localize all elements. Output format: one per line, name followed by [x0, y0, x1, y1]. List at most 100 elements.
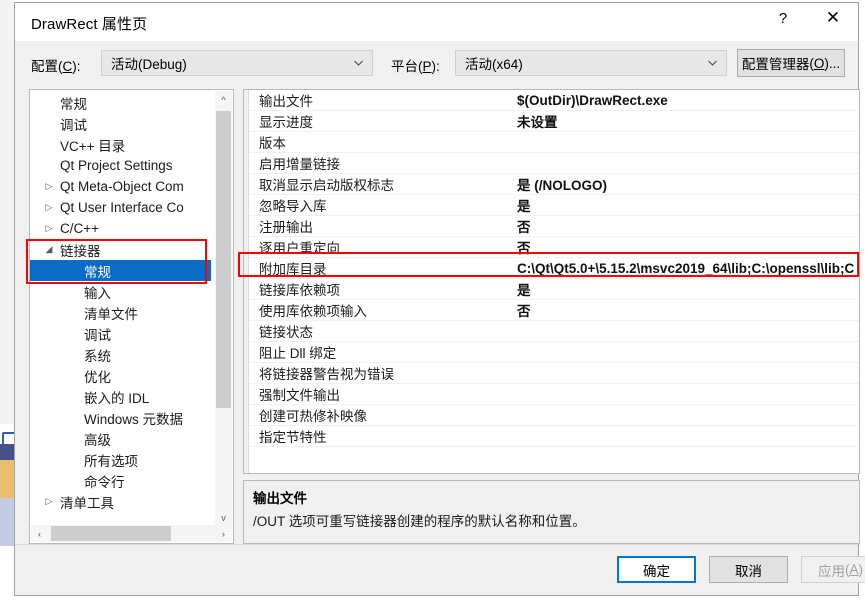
- collapsed-arrow-icon[interactable]: ▷: [43, 223, 55, 235]
- tree-item[interactable]: 所有选项: [30, 449, 211, 470]
- tree-vertical-scrollbar[interactable]: ^ v: [215, 91, 232, 526]
- settings-tree[interactable]: 常规 调试 VC++ 目录 Qt Project Settings ▷ Qt Meta-O…: [29, 89, 234, 544]
- background-lavender-band: [0, 498, 14, 546]
- vertical-scroll-thumb[interactable]: [216, 111, 231, 408]
- tree-item[interactable]: ▷ 清单工具: [30, 491, 211, 512]
- collapsed-arrow-icon[interactable]: ▷: [43, 202, 55, 214]
- tree-item[interactable]: 命令行: [30, 470, 211, 491]
- scroll-right-icon[interactable]: ›: [215, 525, 232, 542]
- property-row[interactable]: 强制文件输出: [249, 384, 859, 405]
- property-row[interactable]: 指定节特性: [249, 426, 859, 447]
- tree-item-label: 常规: [84, 264, 111, 280]
- configuration-manager-button[interactable]: 配置管理器(O)...: [737, 49, 845, 77]
- horizontal-scroll-thumb[interactable]: [51, 526, 171, 541]
- tree-item-list: 常规 调试 VC++ 目录 Qt Project Settings ▷ Qt Meta-O…: [30, 92, 211, 512]
- collapsed-arrow-icon[interactable]: ▷: [43, 496, 55, 508]
- ok-button[interactable]: 确定: [617, 556, 696, 583]
- tree-item-label: 所有选项: [84, 453, 138, 469]
- property-row[interactable]: 显示进度 未设置: [249, 111, 859, 132]
- cancel-button[interactable]: 取消: [709, 556, 788, 583]
- help-button[interactable]: ?: [760, 3, 806, 33]
- tree-item[interactable]: 优化: [30, 365, 211, 386]
- background-blue-band: [0, 444, 14, 460]
- scroll-down-icon[interactable]: v: [215, 509, 232, 526]
- property-row[interactable]: 逐用户重定向 否: [249, 237, 859, 258]
- screen: DrawRect 属性页 ? ✕ 配置(C): 活动(Debug) 平台(P):…: [0, 0, 865, 600]
- property-name: 显示进度: [259, 115, 313, 130]
- property-name: 注册输出: [259, 220, 313, 235]
- close-icon[interactable]: ✕: [810, 3, 856, 33]
- tree-item[interactable]: VC++ 目录: [30, 134, 211, 155]
- tree-scroll-area: 常规 调试 VC++ 目录 Qt Project Settings ▷ Qt Meta-O…: [30, 90, 233, 543]
- tree-item-label: Qt Project Settings: [60, 158, 173, 173]
- property-row[interactable]: 链接库依赖项 是: [249, 279, 859, 300]
- property-name: 链接库依赖项: [259, 283, 340, 298]
- property-name: 附加库目录: [259, 262, 327, 277]
- tree-item[interactable]: Windows 元数据: [30, 407, 211, 428]
- property-row[interactable]: 使用库依赖项输入 否: [249, 300, 859, 321]
- tree-item[interactable]: 高级: [30, 428, 211, 449]
- dialog-title: DrawRect 属性页: [31, 16, 148, 33]
- property-value[interactable]: 未设置: [517, 111, 857, 131]
- background-gray-band: [0, 0, 14, 424]
- property-row[interactable]: 注册输出 否: [249, 216, 859, 237]
- property-name: 使用库依赖项输入: [259, 304, 367, 319]
- property-name: 创建可热修补映像: [259, 409, 367, 424]
- configuration-select[interactable]: 活动(Debug): [101, 50, 373, 76]
- property-value[interactable]: 否: [517, 300, 857, 320]
- property-value[interactable]: 是 (/NOLOGO): [517, 174, 857, 194]
- description-body: /OUT 选项可重写链接器创建的程序的默认名称和位置。: [253, 514, 586, 529]
- property-value[interactable]: 是: [517, 195, 857, 215]
- scroll-up-icon[interactable]: ^: [215, 91, 232, 108]
- platform-value: 活动(x64): [465, 57, 523, 72]
- property-value[interactable]: 否: [517, 216, 857, 236]
- expanded-arrow-icon[interactable]: ◢: [43, 244, 55, 256]
- platform-label: 平台(P):: [391, 59, 440, 74]
- tree-item[interactable]: 嵌入的 IDL: [30, 386, 211, 407]
- property-row[interactable]: 忽略导入库 是: [249, 195, 859, 216]
- property-row[interactable]: 创建可热修补映像: [249, 405, 859, 426]
- background-white-band: [0, 546, 14, 600]
- tree-item[interactable]: ▷ C/C++: [30, 218, 211, 239]
- configuration-bar: 配置(C): 活动(Debug) 平台(P): 活动(x64) 配置管理器(O)…: [15, 41, 858, 85]
- tree-item[interactable]: ▷ Qt Meta-Object Com: [30, 176, 211, 197]
- property-row-list: 输出文件 $(OutDir)\DrawRect.exe 显示进度 未设置版本启用增量链…: [244, 90, 859, 447]
- property-value[interactable]: C:\Qt\Qt5.0+\5.15.2\msvc2019_64\lib;C:\o…: [517, 261, 857, 276]
- tree-horizontal-scrollbar[interactable]: ‹ ›: [31, 525, 232, 542]
- tree-item[interactable]: Qt Project Settings: [30, 155, 211, 176]
- property-name: 版本: [259, 136, 286, 151]
- background-orange-band: [0, 460, 14, 498]
- scroll-left-icon[interactable]: ‹: [31, 525, 48, 542]
- platform-select[interactable]: 活动(x64): [455, 50, 727, 76]
- property-row[interactable]: 取消显示启动版权标志 是 (/NOLOGO): [249, 174, 859, 195]
- description-pane: 输出文件 /OUT 选项可重写链接器创建的程序的默认名称和位置。: [243, 480, 860, 544]
- tree-item[interactable]: 清单文件: [30, 302, 211, 323]
- property-row[interactable]: 链接状态: [249, 321, 859, 342]
- tree-item[interactable]: 常规: [30, 92, 211, 113]
- tree-item-label: 嵌入的 IDL: [84, 390, 150, 406]
- configuration-value: 活动(Debug): [111, 57, 187, 72]
- tree-item[interactable]: 输入: [30, 281, 211, 302]
- tree-item[interactable]: 调试: [30, 323, 211, 344]
- tree-item-label: 常规: [60, 96, 87, 112]
- collapsed-arrow-icon[interactable]: ▷: [43, 181, 55, 193]
- property-row[interactable]: 输出文件 $(OutDir)\DrawRect.exe: [249, 90, 859, 111]
- tree-item-label: 系统: [84, 348, 111, 364]
- property-grid[interactable]: 输出文件 $(OutDir)\DrawRect.exe 显示进度 未设置版本启用增量链…: [243, 89, 860, 474]
- chevron-down-icon: [708, 60, 717, 66]
- tree-item[interactable]: ▷ Qt User Interface Co: [30, 197, 211, 218]
- tree-item[interactable]: ◢ 链接器: [30, 239, 211, 260]
- property-value[interactable]: 是: [517, 279, 857, 299]
- property-row[interactable]: 启用增量链接: [249, 153, 859, 174]
- property-row[interactable]: 将链接器警告视为错误: [249, 363, 859, 384]
- tree-item-label: Qt User Interface Co: [60, 200, 184, 215]
- property-row[interactable]: 版本: [249, 132, 859, 153]
- tree-item[interactable]: 调试: [30, 113, 211, 134]
- tree-item[interactable]: 系统: [30, 344, 211, 365]
- tree-item[interactable]: 常规: [30, 260, 211, 281]
- property-row[interactable]: 附加库目录 C:\Qt\Qt5.0+\5.15.2\msvc2019_64\lib…: [249, 258, 859, 279]
- property-value[interactable]: 否: [517, 237, 857, 257]
- property-value[interactable]: $(OutDir)\DrawRect.exe: [517, 93, 857, 108]
- property-row[interactable]: 阻止 Dll 绑定: [249, 342, 859, 363]
- apply-button[interactable]: 应用(A): [801, 556, 865, 583]
